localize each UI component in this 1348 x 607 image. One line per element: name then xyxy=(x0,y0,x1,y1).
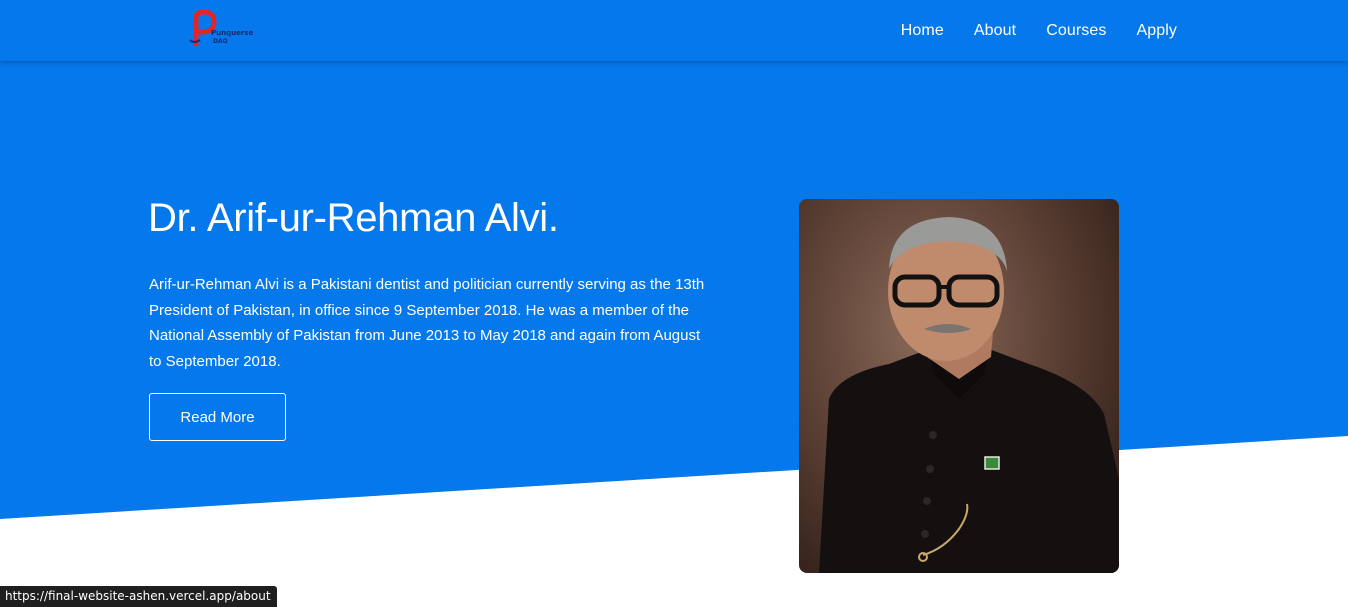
status-bar-url: https://final-website-ashen.vercel.app/a… xyxy=(0,586,277,607)
navbar: Punquerse DAO Home About Courses Apply xyxy=(0,0,1348,61)
logo-text-top: Punquerse xyxy=(211,29,253,37)
main-nav: Home About Courses Apply xyxy=(901,0,1177,61)
portrait-photo xyxy=(799,199,1119,573)
logo-icon: Punquerse DAO xyxy=(189,10,253,47)
hero-description: Arif-ur-Rehman Alvi is a Pakistani denti… xyxy=(149,276,705,370)
nav-home[interactable]: Home xyxy=(901,22,944,40)
nav-apply[interactable]: Apply xyxy=(1136,22,1177,40)
hero-title: Dr. Arif-ur-Rehman Alvi. xyxy=(148,196,559,240)
nav-about[interactable]: About xyxy=(974,22,1016,40)
nav-courses[interactable]: Courses xyxy=(1046,22,1106,40)
read-more-button[interactable]: Read More xyxy=(149,393,286,441)
logo-text-bottom: DAO xyxy=(213,38,228,45)
brand-logo[interactable]: Punquerse DAO xyxy=(186,10,260,50)
portrait-illustration xyxy=(819,217,1119,573)
